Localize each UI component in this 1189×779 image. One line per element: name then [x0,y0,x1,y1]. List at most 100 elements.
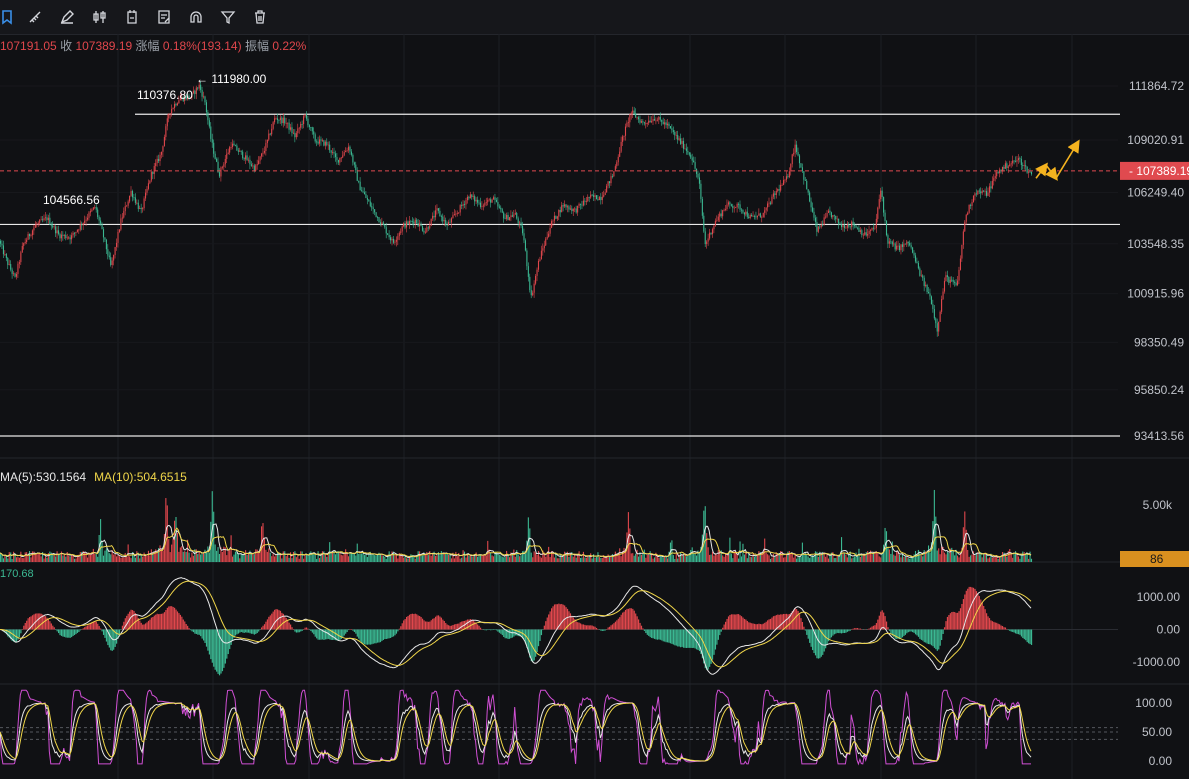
macd-histogram-bar [575,621,577,630]
candle-body [0,240,2,244]
volume-bar [421,555,424,562]
candle-body [429,225,431,229]
candle-body [91,209,93,212]
trash-tool-button[interactable] [249,6,271,28]
volume-bar [498,554,500,562]
volume-bar [954,555,956,562]
volume-bar [903,556,905,562]
volume-bar [271,556,273,562]
date-tool-button[interactable] [121,6,143,28]
volume-bar [899,554,901,562]
magnet-tool-button[interactable] [185,6,207,28]
candle-body [1007,166,1009,168]
macd-histogram-bar [681,629,683,647]
volume-bar [17,557,19,562]
candle-body [449,221,451,223]
macd-histogram-bar [630,608,632,630]
candle-body [75,231,77,233]
macd-histogram-bar [311,629,313,633]
volume-bar [767,554,769,562]
candle-body [237,150,239,152]
macd-histogram-bar [403,620,405,630]
macd-histogram-bar [184,621,186,630]
macd-histogram-bar [864,629,866,630]
pen-tool-button[interactable] [56,6,78,28]
macd-histogram-bar [266,619,268,630]
candle-body [759,213,761,218]
macd-histogram-bar [680,629,682,648]
candle-body [948,276,950,283]
volume-bar [710,554,712,562]
volume-bar [263,538,265,562]
macd-histogram-bar [258,629,260,632]
volume-bar [987,558,989,562]
volume-bar [310,551,312,562]
candle-body [245,155,247,160]
candle-body [92,207,94,210]
macd-histogram-bar [153,615,155,630]
macd-histogram-bar [841,629,843,634]
volume-tick-label: 5.00k [1143,498,1173,512]
volume-bar [178,551,180,562]
candle-body [632,110,634,113]
macd-histogram-bar [965,590,967,630]
macd-histogram-bar [343,629,345,636]
filter-tool-button[interactable] [217,6,239,28]
bookmark-tool-button[interactable] [0,6,18,28]
volume-bar [675,553,677,562]
candle-body [263,150,265,153]
volume-bar [414,558,416,562]
macd-histogram-bar [498,629,500,633]
candle-body [794,144,796,153]
volume-bar [652,558,654,562]
candle-body [958,269,960,281]
candle-body [504,218,506,220]
macd-histogram-bar [368,629,370,645]
volume-bar [407,558,409,562]
candle-body [954,282,956,283]
candle-body [797,152,799,156]
candle-body [26,239,28,242]
candle-body [883,197,885,213]
candle-body [152,171,154,174]
macd-histogram-bar [63,629,65,637]
volume-bar [564,551,566,562]
candle-body [313,131,315,135]
candle-body [436,208,438,211]
candle-body [520,222,522,226]
macd-histogram-bar [1010,629,1012,632]
candle-body [369,201,371,207]
volume-bar [1017,556,1019,562]
candle-body [723,209,725,211]
ruler-tool-button[interactable] [24,6,46,28]
macd-histogram-bar [421,618,424,630]
macd-histogram-bar [658,629,660,640]
candle-body [532,292,534,296]
candle-body [1025,165,1027,167]
volume-bar [890,553,892,562]
macd-histogram-bar [210,629,212,660]
macd-histogram-bar [411,613,413,630]
candle-body [785,176,787,180]
volume-bar [662,557,664,562]
candle-body [526,250,528,267]
candle-body [43,218,45,221]
candle-body [566,206,569,208]
note-tool-button[interactable] [153,6,175,28]
volume-bar [113,554,115,562]
macd-histogram-bar [416,614,418,630]
chart-canvas[interactable]: 111864.72109020.91106249.40103548.351009… [0,34,1189,779]
candle-body [385,227,387,234]
macd-histogram-bar [801,621,804,630]
candles-tool-button[interactable] [89,6,111,28]
volume-bar [182,551,184,562]
volume-bar [142,556,144,562]
volume-bar [758,551,760,562]
macd-histogram-bar [435,616,437,630]
macd-histogram-bar [613,623,615,630]
candle-body [101,223,103,230]
candle-body [758,213,760,216]
macd-histogram-bar [156,613,158,630]
macd-tick-label: -1000.00 [1133,655,1181,669]
volume-bar [204,549,206,562]
